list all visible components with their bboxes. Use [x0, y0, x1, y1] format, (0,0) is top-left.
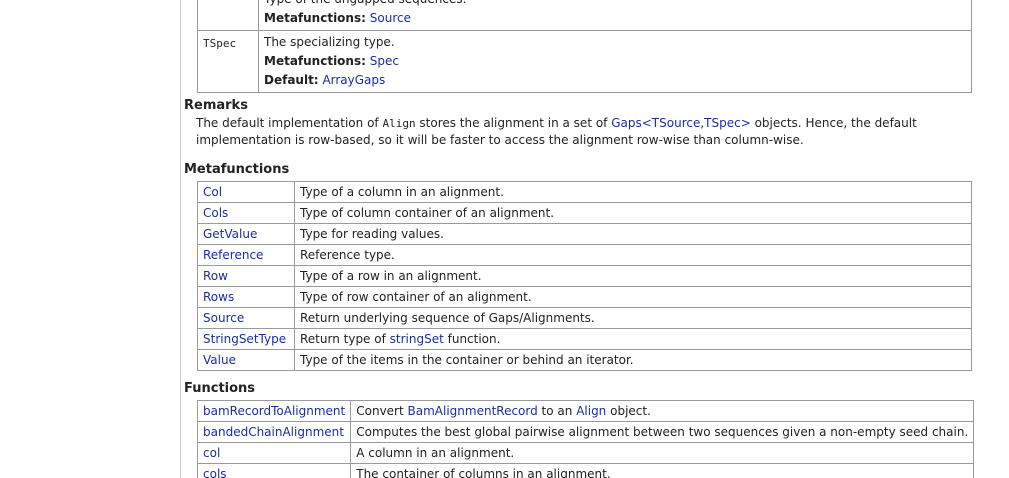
function-desc: Convert BamAlignmentRecord to an Align o… [350, 400, 975, 422]
param-description: Type of the ungapped sequences. Metafunc… [258, 0, 972, 31]
function-name-cell: bamRecordToAlignment [196, 400, 352, 422]
param-default: Default: ArrayGaps [264, 71, 966, 90]
link-value[interactable]: Value [203, 353, 236, 367]
metafunction-desc: Type of column container of an alignment… [294, 202, 972, 224]
metafunction-desc: Reference type. [294, 244, 972, 266]
link-getvalue[interactable]: GetValue [203, 227, 257, 241]
link-bamrecordtoalignment[interactable]: bamRecordToAlignment [203, 404, 345, 418]
link-stringsettype[interactable]: StringSetType [203, 332, 286, 346]
remarks-heading: Remarks [184, 98, 248, 113]
remarks-text-part: The default implementation of [196, 116, 383, 130]
table-row: Source Return underlying sequence of Gap… [197, 307, 972, 329]
link-bamalignmentrecord[interactable]: BamAlignmentRecord [408, 404, 538, 418]
metafunction-name-cell: StringSetType [197, 328, 295, 350]
metafunctions-label: Metafunctions: [264, 54, 366, 68]
metafunction-desc: Type of a column in an alignment. [294, 181, 972, 203]
table-row: Type of the ungapped sequences. Metafunc… [197, 0, 972, 31]
link-rows[interactable]: Rows [203, 290, 234, 304]
param-name: TSpec [197, 30, 259, 93]
remarks-text-part: stores the alignment in a set of [415, 116, 612, 130]
function-desc: Computes the best global pairwise alignm… [350, 421, 975, 443]
metafunction-name-cell: Value [197, 349, 295, 371]
link-bandedchainalignment[interactable]: bandedChainAlignment [203, 425, 344, 439]
link-align[interactable]: Align [576, 404, 606, 418]
documentation-page: Type of the ungapped sequences. Metafunc… [0, 0, 1009, 478]
desc-part: object. [606, 404, 651, 418]
metafunction-name-cell: Cols [197, 202, 295, 224]
param-metafunctions: Metafunctions: Source [264, 9, 966, 28]
desc-part: Convert [356, 404, 408, 418]
function-desc: A column in an alignment. [350, 442, 975, 464]
table-row: Value Type of the items in the container… [197, 349, 972, 371]
table-row: Reference Reference type. [197, 244, 972, 266]
remarks-text: The default implementation of Align stor… [196, 115, 936, 148]
metafunction-desc: Type of a row in an alignment. [294, 265, 972, 287]
sidebar-divider [180, 0, 181, 478]
param-metafunctions: Metafunctions: Spec [264, 52, 966, 71]
link-source-mf[interactable]: Source [203, 311, 244, 325]
function-name-cell: col [196, 442, 352, 464]
table-row: col A column in an alignment. [196, 442, 975, 464]
metafunction-name-cell: Row [197, 265, 295, 287]
function-desc: The container of columns in an alignment… [350, 463, 975, 478]
link-gaps[interactable]: Gaps<TSource,TSpec> [611, 116, 751, 130]
table-row: Row Type of a row in an alignment. [197, 265, 972, 287]
metafunction-name-cell: GetValue [197, 223, 295, 245]
link-arraygaps[interactable]: ArrayGaps [322, 73, 385, 87]
link-reference[interactable]: Reference [203, 248, 263, 262]
link-spec[interactable]: Spec [370, 54, 399, 68]
metafunction-name-cell: Col [197, 181, 295, 203]
table-row: cols The container of columns in an alig… [196, 463, 975, 478]
table-row: GetValue Type for reading values. [197, 223, 972, 245]
link-cols-fn[interactable]: cols [203, 467, 227, 478]
functions-heading: Functions [184, 381, 256, 396]
template-params-table: Type of the ungapped sequences. Metafunc… [197, 0, 972, 93]
desc-part: Return type of [300, 332, 390, 346]
table-row: Cols Type of column container of an alig… [197, 202, 972, 224]
link-cols[interactable]: Cols [203, 206, 228, 220]
param-description: The specializing type. Metafunctions: Sp… [258, 30, 972, 93]
link-row[interactable]: Row [203, 269, 228, 283]
table-row: Rows Type of row container of an alignme… [197, 286, 972, 308]
metafunction-name-cell: Rows [197, 286, 295, 308]
metafunction-desc: Return underlying sequence of Gaps/Align… [294, 307, 972, 329]
link-col-fn[interactable]: col [203, 446, 220, 460]
functions-table: bamRecordToAlignment Convert BamAlignmen… [196, 400, 975, 478]
desc-part: to an [537, 404, 577, 418]
param-desc-text: The specializing type. [264, 35, 395, 49]
table-row: TSpec The specializing type. Metafunctio… [197, 30, 972, 93]
table-row: bandedChainAlignment Computes the best g… [196, 421, 975, 443]
metafunctions-heading: Metafunctions [184, 162, 290, 177]
metafunction-desc: Return type of stringSet function. [294, 328, 972, 350]
function-name-cell: cols [196, 463, 352, 478]
metafunction-desc: Type of row container of an alignment. [294, 286, 972, 308]
link-col[interactable]: Col [203, 185, 222, 199]
desc-part: function. [443, 332, 501, 346]
table-row: StringSetType Return type of stringSet f… [197, 328, 972, 350]
metafunctions-table: Col Type of a column in an alignment. Co… [197, 181, 972, 371]
code-align: Align [382, 117, 416, 130]
link-stringset[interactable]: stringSet [390, 332, 444, 346]
metafunction-desc: Type for reading values. [294, 223, 972, 245]
table-row: bamRecordToAlignment Convert BamAlignmen… [196, 400, 975, 422]
param-desc-text: Type of the ungapped sequences. [264, 0, 966, 9]
metafunction-name-cell: Source [197, 307, 295, 329]
table-row: Col Type of a column in an alignment. [197, 181, 972, 203]
metafunction-desc: Type of the items in the container or be… [294, 349, 972, 371]
default-label: Default: [264, 73, 319, 87]
function-name-cell: bandedChainAlignment [196, 421, 352, 443]
param-name [197, 0, 259, 31]
link-source[interactable]: Source [370, 11, 411, 25]
metafunctions-label: Metafunctions: [264, 11, 366, 25]
metafunction-name-cell: Reference [197, 244, 295, 266]
